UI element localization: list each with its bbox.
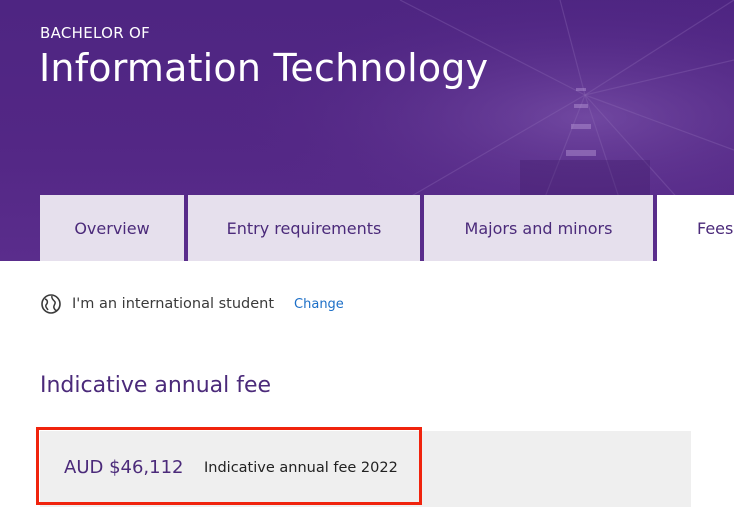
degree-eyebrow: BACHELOR OF [40,24,151,42]
student-type-row: I'm an international student Change [40,292,344,316]
tab-fees[interactable]: Fees [657,195,734,261]
tab-overview[interactable]: Overview [40,195,184,261]
course-tabs: Overview Entry requirements Majors and m… [0,195,734,261]
tab-entry-requirements[interactable]: Entry requirements [188,195,420,261]
student-type-label: I'm an international student [72,296,275,312]
tab-label: Fees [697,218,734,238]
fee-amount: AUD $46,112 [64,457,184,478]
change-student-type-link[interactable]: Change [294,297,344,312]
tab-majors-and-minors[interactable]: Majors and minors [424,195,653,261]
tab-label: Overview [74,218,150,238]
fee-summary-box: AUD $46,112 Indicative annual fee 2022 [40,431,691,507]
tab-label: Majors and minors [464,218,613,238]
page-title: Information Technology [39,46,489,90]
fee-heading: Indicative annual fee [40,373,272,398]
globe-icon [41,294,61,314]
tab-label: Entry requirements [226,218,382,238]
fee-caption: Indicative annual fee 2022 [204,460,398,476]
